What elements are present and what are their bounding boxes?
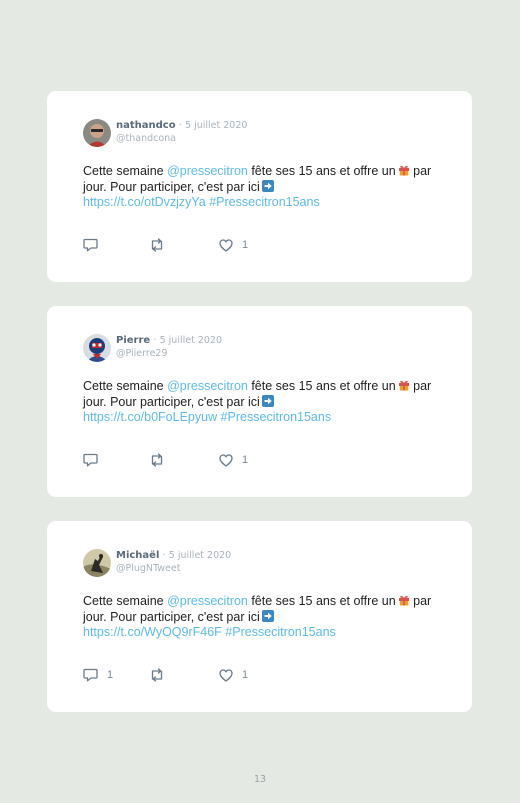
arrow-right-emoji-icon <box>261 179 274 192</box>
retweet-icon <box>151 238 163 252</box>
avatar-image <box>83 549 111 577</box>
avatar[interactable] <box>83 334 111 362</box>
tweet-text: Cette semaine @pressecitron fête ses 15 … <box>83 594 453 641</box>
retweet-button[interactable] <box>149 667 174 683</box>
text-before: Cette semaine <box>83 594 168 608</box>
reply-icon <box>83 668 98 682</box>
tweet-date[interactable]: 5 juillet 2020 <box>160 335 222 346</box>
reply-button[interactable] <box>83 237 107 253</box>
like-count: 1 <box>242 454 249 466</box>
page-number: 13 <box>253 774 267 785</box>
retweet-button[interactable] <box>149 237 174 253</box>
retweet-icon <box>151 453 163 467</box>
author-handle[interactable]: @Piierre29 <box>116 348 168 360</box>
reply-icon <box>83 238 98 252</box>
tweet-url[interactable]: https://t.co/b0FoLEpyuw <box>83 410 217 424</box>
text-middle: fête ses 15 ans et offre un <box>247 164 396 178</box>
reply-icon <box>83 453 98 467</box>
mention-link[interactable]: @pressecitron <box>167 164 248 178</box>
like-count: 1 <box>242 239 249 251</box>
like-icon <box>219 453 233 467</box>
reply-button[interactable] <box>83 452 107 468</box>
author-handle[interactable]: @thandcona <box>116 133 176 145</box>
like-button[interactable]: 1 <box>219 237 248 253</box>
author-name[interactable]: Michaël <box>116 550 159 561</box>
hashtag-link[interactable]: #Pressecitron15ans <box>209 195 319 209</box>
avatar[interactable] <box>83 119 111 147</box>
tweet-text: Cette semaine @pressecitron fête ses 15 … <box>83 379 453 426</box>
reply-count: 1 <box>107 669 114 681</box>
tweet-card: Michaël · 5 juillet 2020 @PlugNTweet Cet… <box>47 521 472 712</box>
tweet-card: Pierre · 5 juillet 2020 @Piierre29 Cette… <box>47 306 472 497</box>
mention-link[interactable]: @pressecitron <box>167 379 248 393</box>
tweet-url[interactable]: https://t.co/otDvzjzyYa <box>83 195 206 209</box>
hashtag-link[interactable]: #Pressecitron15ans <box>225 625 335 639</box>
separator: · <box>153 335 157 346</box>
author-line: nathandco · 5 juillet 2020 <box>116 120 247 132</box>
text-before: Cette semaine <box>83 379 168 393</box>
author-line: Pierre · 5 juillet 2020 <box>116 335 222 347</box>
gift-emoji-icon <box>398 379 410 391</box>
arrow-right-emoji-icon <box>261 609 274 622</box>
like-icon <box>219 668 233 682</box>
reply-button[interactable]: 1 <box>83 667 113 683</box>
author-name[interactable]: Pierre <box>116 335 150 346</box>
tweet-text: Cette semaine @pressecitron fête ses 15 … <box>83 164 453 211</box>
mention-link[interactable]: @pressecitron <box>167 594 248 608</box>
separator: · <box>178 120 182 131</box>
text-before: Cette semaine <box>83 164 168 178</box>
text-middle: fête ses 15 ans et offre un <box>247 379 396 393</box>
text-middle: fête ses 15 ans et offre un <box>247 594 396 608</box>
hashtag-link[interactable]: #Pressecitron15ans <box>221 410 331 424</box>
gift-emoji-icon <box>398 164 410 176</box>
tweet-date[interactable]: 5 juillet 2020 <box>169 550 231 561</box>
author-handle[interactable]: @PlugNTweet <box>116 563 180 575</box>
avatar-image <box>83 119 111 147</box>
like-icon <box>219 238 233 252</box>
gift-emoji-icon <box>398 594 410 606</box>
tweet-actions: 1 1 <box>83 667 283 683</box>
author-line: Michaël · 5 juillet 2020 <box>116 550 231 562</box>
tweet-url[interactable]: https://t.co/WyOQ9rF46F <box>83 625 222 639</box>
tweet-date[interactable]: 5 juillet 2020 <box>185 120 247 131</box>
author-name[interactable]: nathandco <box>116 120 176 131</box>
like-button[interactable]: 1 <box>219 452 248 468</box>
separator: · <box>162 550 166 561</box>
avatar[interactable] <box>83 549 111 577</box>
retweet-icon <box>151 668 163 682</box>
like-count: 1 <box>242 669 249 681</box>
retweet-button[interactable] <box>149 452 174 468</box>
tweet-actions: 1 <box>83 452 283 468</box>
tweet-card: nathandco · 5 juillet 2020 @thandcona Ce… <box>47 91 472 282</box>
arrow-right-emoji-icon <box>261 394 274 407</box>
like-button[interactable]: 1 <box>219 667 248 683</box>
avatar-image <box>83 334 111 362</box>
tweet-actions: 1 <box>83 237 283 253</box>
